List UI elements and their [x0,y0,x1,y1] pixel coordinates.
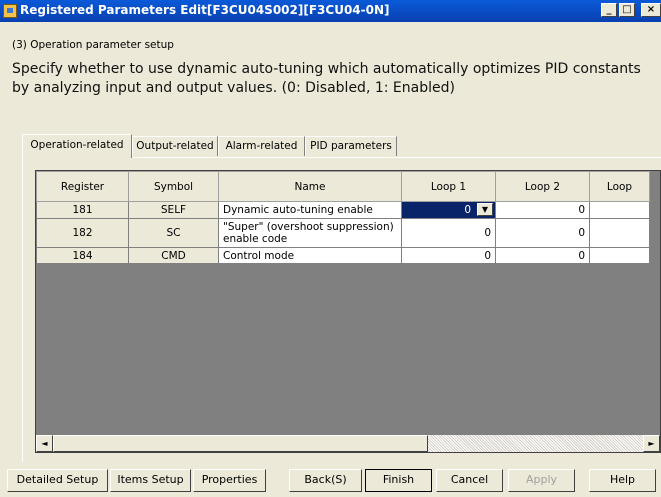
back-button[interactable]: Back(S) [289,469,362,492]
symbol-cell: CMD [128,247,219,264]
help-button[interactable]: Help [589,469,656,492]
parameter-description: Specify whether to use dynamic auto-tuni… [12,61,641,96]
register-cell: 181 [36,201,129,219]
register-cell: 182 [36,218,129,248]
cancel-button[interactable]: Cancel [436,469,503,492]
horizontal-scrollbar[interactable]: ◄ ► [36,435,660,452]
scroll-left-icon[interactable]: ◄ [36,435,53,452]
loop1-value-cell[interactable]: 0 [401,218,496,248]
title-bar[interactable]: Registered Parameters Edit[F3CU04S002][F… [0,0,661,22]
name-cell: Dynamic auto-tuning enable [218,201,402,219]
apply-button[interactable]: Apply [508,469,575,492]
items-setup-button[interactable]: Items Setup [110,469,191,492]
loop2-value-cell[interactable]: 0 [495,247,590,264]
symbol-cell: SELF [128,201,219,219]
properties-button[interactable]: Properties [193,469,266,492]
loop3-value-cell[interactable] [589,247,650,264]
table-row: 181 SELF Dynamic auto-tuning enable 0 ▼ 0 [36,201,650,219]
scroll-track[interactable] [428,435,643,452]
loop2-value-cell[interactable]: 0 [495,201,590,219]
tab-operation-related[interactable]: Operation-related [22,134,132,158]
app-icon [3,4,17,18]
loop1-value-cell[interactable]: 0 [401,247,496,264]
chevron-down-icon[interactable]: ▼ [477,203,493,216]
scroll-thumb[interactable] [53,435,428,452]
loop3-value-cell[interactable] [589,218,650,248]
parameter-grid[interactable]: Register Symbol Name Loop 1 Loop 2 Loop … [35,170,661,453]
loop1-value-select[interactable]: 0 ▼ [401,201,496,219]
column-header-register[interactable]: Register [36,171,129,202]
tab-output-related[interactable]: Output-related [132,136,218,156]
loop1-value: 0 [464,204,471,216]
column-header-loop3[interactable]: Loop [589,171,650,202]
column-header-loop2[interactable]: Loop 2 [495,171,590,202]
name-cell: Control mode [218,247,402,264]
table-header-row: Register Symbol Name Loop 1 Loop 2 Loop [36,171,650,202]
close-button[interactable]: × [641,3,661,17]
column-header-loop1[interactable]: Loop 1 [401,171,496,202]
column-header-symbol[interactable]: Symbol [128,171,219,202]
table-row: 182 SC "Super" (overshoot suppression) e… [36,218,650,248]
finish-button[interactable]: Finish [365,469,432,492]
loop3-value-cell[interactable] [589,201,650,219]
tab-alarm-related[interactable]: Alarm-related [218,136,305,156]
tab-pid-parameters[interactable]: PID parameters [305,136,397,156]
maximize-button[interactable]: □ [619,3,635,17]
symbol-cell: SC [128,218,219,248]
minimize-button[interactable]: _ [601,3,617,17]
name-cell: "Super" (overshoot suppression) enable c… [218,218,402,248]
register-cell: 184 [36,247,129,264]
scroll-right-icon[interactable]: ► [643,435,660,452]
loop2-value-cell[interactable]: 0 [495,218,590,248]
parameter-table: Register Symbol Name Loop 1 Loop 2 Loop … [36,171,650,264]
detailed-setup-button[interactable]: Detailed Setup [7,469,108,492]
table-row: 184 CMD Control mode 0 0 [36,247,650,264]
section-title: (3) Operation parameter setup [12,39,174,51]
column-header-name[interactable]: Name [218,171,402,202]
window-title: Registered Parameters Edit[F3CU04S002][F… [20,3,390,17]
